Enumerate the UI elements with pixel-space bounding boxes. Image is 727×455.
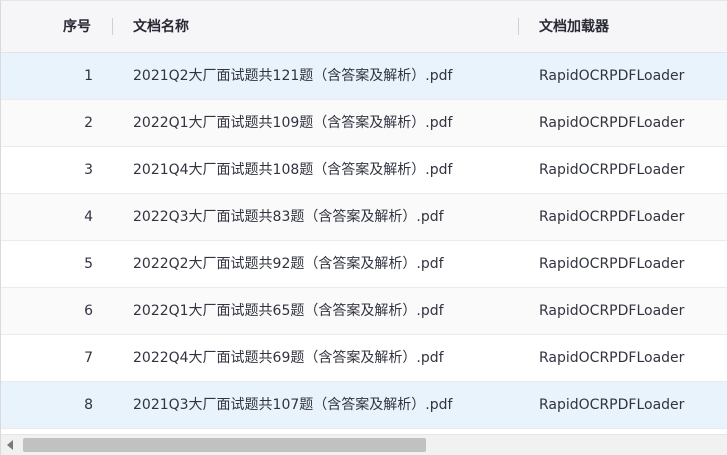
column-header-loader[interactable]: 文档加载器 [539,1,609,53]
cell-loader: RapidOCRPDFLoader [539,162,685,178]
scrollbar-thumb[interactable] [23,438,426,452]
cell-loader: RapidOCRPDFLoader [539,209,685,225]
chevron-left-icon[interactable] [7,440,13,450]
table-row[interactable]: 7 2022Q4大厂面试题共69题（含答案及解析）.pdf RapidOCRPD… [1,335,727,382]
cell-index: 5 [84,256,93,272]
table-row[interactable]: 5 2022Q2大厂面试题共92题（含答案及解析）.pdf RapidOCRPD… [1,241,727,288]
cell-loader: RapidOCRPDFLoader [539,68,685,84]
cell-document-name: 2022Q1大厂面试题共65题（含答案及解析）.pdf [133,303,444,319]
column-header-index[interactable]: 序号 [63,1,91,53]
cell-index: 3 [84,162,93,178]
cell-document-name: 2021Q3大厂面试题共107题（含答案及解析）.pdf [133,397,453,413]
cell-index: 1 [84,68,93,84]
cell-document-name: 2022Q1大厂面试题共109题（含答案及解析）.pdf [133,115,453,131]
cell-document-name: 2022Q2大厂面试题共92题（含答案及解析）.pdf [133,256,444,272]
cell-index: 6 [84,303,93,319]
table-row[interactable]: 1 2021Q2大厂面试题共121题（含答案及解析）.pdf RapidOCRP… [1,53,727,100]
table-row[interactable]: 8 2021Q3大厂面试题共107题（含答案及解析）.pdf RapidOCRP… [1,382,727,429]
column-resize-handle[interactable] [518,18,519,35]
horizontal-scrollbar[interactable] [1,434,727,455]
cell-loader: RapidOCRPDFLoader [539,256,685,272]
cell-document-name: 2021Q2大厂面试题共121题（含答案及解析）.pdf [133,68,453,84]
cell-loader: RapidOCRPDFLoader [539,397,685,413]
table-row[interactable]: 4 2022Q3大厂面试题共83题（含答案及解析）.pdf RapidOCRPD… [1,194,727,241]
table-header: 序号 文档名称 文档加载器 [1,1,727,53]
cell-loader: RapidOCRPDFLoader [539,350,685,366]
cell-index: 4 [84,209,93,225]
column-resize-handle[interactable] [112,18,113,35]
table-row[interactable]: 2 2022Q1大厂面试题共109题（含答案及解析）.pdf RapidOCRP… [1,100,727,147]
cell-document-name: 2022Q4大厂面试题共69题（含答案及解析）.pdf [133,350,444,366]
cell-index: 2 [84,115,93,131]
cell-index: 7 [84,350,93,366]
cell-index: 8 [84,397,93,413]
document-table: 序号 文档名称 文档加载器 1 2021Q2大厂面试题共121题（含答案及解析）… [0,0,727,455]
table-row[interactable]: 3 2021Q4大厂面试题共108题（含答案及解析）.pdf RapidOCRP… [1,147,727,194]
cell-document-name: 2022Q3大厂面试题共83题（含答案及解析）.pdf [133,209,444,225]
table-row[interactable]: 6 2022Q1大厂面试题共65题（含答案及解析）.pdf RapidOCRPD… [1,288,727,335]
cell-document-name: 2021Q4大厂面试题共108题（含答案及解析）.pdf [133,162,453,178]
column-header-name[interactable]: 文档名称 [133,1,189,53]
cell-loader: RapidOCRPDFLoader [539,303,685,319]
cell-loader: RapidOCRPDFLoader [539,115,685,131]
